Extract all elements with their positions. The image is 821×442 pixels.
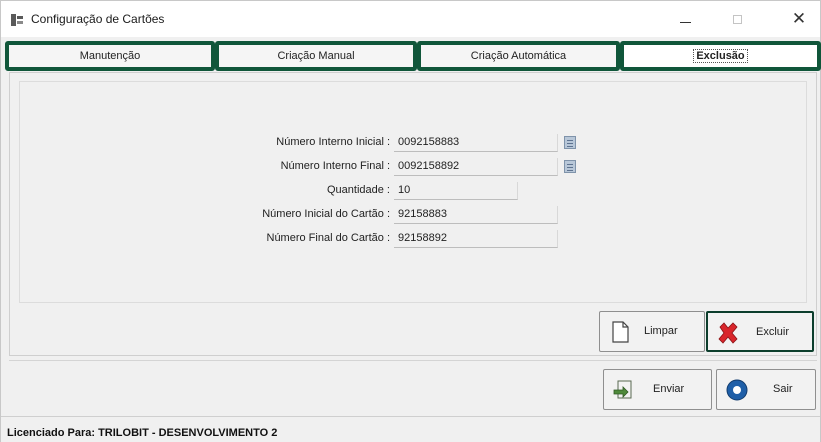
- numero-interno-final-label: Número Interno Final :: [280, 160, 390, 172]
- blank-page-icon: [612, 321, 629, 343]
- tab-criacao-automatica[interactable]: Criação Automática: [417, 41, 620, 71]
- tab-criacao-manual[interactable]: Criação Manual: [215, 41, 417, 71]
- red-x-icon: [718, 322, 738, 344]
- status-bar: Licenciado Para: TRILOBIT - DESENVOLVIME…: [1, 416, 820, 442]
- row-quantidade: Quantidade : 10: [20, 180, 808, 202]
- row-numero-final-cartao: Número Final do Cartão : 92158892: [20, 228, 808, 250]
- tab-label: Exclusão: [693, 49, 748, 63]
- tab-strip: Manutenção Criação Manual Criação Automá…: [5, 41, 821, 71]
- quantidade-label: Quantidade :: [327, 184, 390, 196]
- tab-content-panel: Número Interno Inicial : 0092158883 Núme…: [9, 72, 817, 356]
- enviar-button[interactable]: Enviar: [603, 369, 712, 410]
- maximize-icon: [732, 14, 742, 24]
- tab-label: Criação Automática: [470, 50, 567, 62]
- title-bar[interactable]: Configuração de Cartões ✕: [1, 1, 820, 37]
- excluir-label: Excluir: [756, 326, 790, 338]
- tab-manutencao[interactable]: Manutenção: [5, 41, 215, 71]
- numero-interno-inicial-field[interactable]: 0092158883: [394, 134, 558, 152]
- tab-label: Criação Manual: [277, 50, 355, 62]
- minimize-button[interactable]: [665, 1, 705, 37]
- main-window: Configuração de Cartões ✕ Manutenção Cri…: [0, 0, 821, 442]
- send-document-icon: [613, 380, 632, 399]
- tab-exclusao[interactable]: Exclusão: [620, 41, 821, 71]
- excluir-button[interactable]: Excluir: [706, 311, 814, 352]
- maximize-button[interactable]: [717, 1, 757, 37]
- sair-button[interactable]: Sair: [716, 369, 816, 410]
- bottom-action-bar: Enviar Sair: [9, 360, 817, 410]
- numero-final-cartao-label: Número Final do Cartão :: [266, 232, 391, 244]
- sair-label: Sair: [773, 383, 793, 395]
- row-numero-interno-final: Número Interno Final : 0092158892: [20, 156, 808, 178]
- quantidade-field[interactable]: 10: [394, 182, 518, 200]
- numero-inicial-cartao-field[interactable]: 92158883: [394, 206, 558, 224]
- numero-interno-inicial-label: Número Interno Inicial :: [276, 136, 390, 148]
- numero-inicial-cartao-label: Número Inicial do Cartão :: [262, 208, 390, 220]
- close-button[interactable]: ✕: [779, 1, 819, 37]
- lookup-final-icon[interactable]: [564, 160, 576, 173]
- enviar-label: Enviar: [653, 383, 685, 395]
- tab-label: Manutenção: [79, 50, 141, 62]
- limpar-button[interactable]: Limpar: [599, 311, 705, 352]
- numero-final-cartao-field[interactable]: 92158892: [394, 230, 558, 248]
- window-title: Configuração de Cartões: [31, 12, 165, 26]
- app-icon: [10, 13, 24, 27]
- lookup-inicial-icon[interactable]: [564, 136, 576, 149]
- license-text: Licenciado Para: TRILOBIT - DESENVOLVIME…: [7, 427, 278, 439]
- exit-globe-icon: [726, 379, 748, 401]
- form-group: Número Interno Inicial : 0092158883 Núme…: [19, 81, 807, 303]
- limpar-label: Limpar: [644, 325, 678, 337]
- numero-interno-final-field[interactable]: 0092158892: [394, 158, 558, 176]
- row-numero-inicial-cartao: Número Inicial do Cartão : 92158883: [20, 204, 808, 226]
- minimize-icon: [679, 21, 691, 23]
- row-numero-interno-inicial: Número Interno Inicial : 0092158883: [20, 132, 808, 154]
